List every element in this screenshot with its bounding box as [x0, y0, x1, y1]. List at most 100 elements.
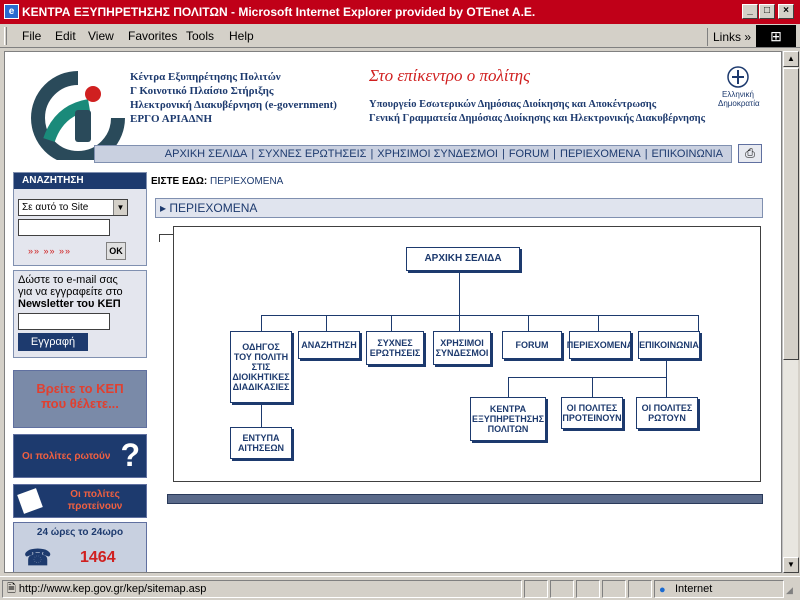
search-heading: ΑΝΑΖΗΤΗΣΗ [14, 173, 146, 189]
greek-emblem-icon [727, 66, 749, 88]
breadcrumb: ΕΙΣΤΕ ΕΔΩ: ΠΕΡΙΕΧΟΜΕΝΑ [151, 176, 283, 187]
ie-icon: e [4, 4, 19, 19]
page-icon: 🗎 [7, 583, 16, 595]
resize-grip-icon[interactable]: ◢ [786, 585, 798, 597]
sitemap-node-centers[interactable]: ΚΕΝΤΡΑ ΕΞΥΠΗΡΕΤΗΣΗΣ ΠΟΛΙΤΩΝ [470, 397, 546, 441]
status-panel [576, 580, 600, 598]
search-input[interactable] [18, 219, 110, 236]
banner-text: Οι πολίτες ρωτούν [22, 451, 111, 462]
sitemap-node-forms[interactable]: ΕΝΤΥΠΑ ΑΙΤΗΣΕΩΝ [230, 427, 292, 459]
sitemap-node-propose[interactable]: ΟΙ ΠΟΛΙΤΕΣ ΠΡΟΤΕΙΝΟΥΝ [561, 397, 623, 429]
breadcrumb-current[interactable]: ΠΕΡΙΕΧΟΜΕΝΑ [210, 176, 283, 187]
nav-contents[interactable]: ΠΕΡΙΕΧΟΜΕΝΑ [560, 148, 641, 160]
connector-line [528, 315, 529, 331]
nav-separator: | [251, 148, 255, 160]
newsletter-title: Newsletter του ΚΕΠ [18, 298, 121, 310]
sitemap-node-home[interactable]: ΑΡΧΙΚΗ ΣΕΛΙΔΑ [406, 247, 520, 271]
search-ok-button[interactable]: OK [106, 242, 126, 260]
nav-home[interactable]: ΑΡΧΙΚΗ ΣΕΛΙΔΑ [165, 148, 248, 160]
menu-help[interactable]: Help [229, 29, 254, 43]
connector-line [459, 273, 460, 315]
menu-edit[interactable]: Edit [55, 29, 76, 43]
question-icon: ? [120, 437, 140, 473]
email-field[interactable] [18, 313, 110, 330]
nav-links[interactable]: ΧΡΗΣΙΜΟΙ ΣΥΝΔΕΣΜΟΙ [377, 148, 498, 160]
sitemap-node-faq[interactable]: ΣΥΧΝΕΣ ΕΡΩΤΗΣΕΙΣ [366, 331, 424, 365]
connector-line [508, 377, 666, 378]
connector-line [666, 377, 667, 397]
header-org-text: Κέντρα Εξυπηρέτησης Πολιτών Γ Κοινοτικό … [130, 70, 337, 126]
print-icon[interactable]: ⎙ [738, 144, 762, 163]
hotline-banner[interactable]: 24 ώρες το 24ωρο ☎ 1464 [13, 522, 147, 572]
connector-line [698, 315, 699, 331]
paper-icon [17, 488, 43, 514]
menu-tools[interactable]: Tools [186, 29, 214, 43]
globe-icon: ● [659, 584, 666, 596]
connector-line [326, 315, 327, 331]
greek-emblem: Ελληνική Δημοκρατία [718, 66, 760, 108]
nav-separator: | [553, 148, 556, 160]
search-arrows: »» »» »» [28, 246, 72, 256]
header-line: Κέντρα Εξυπηρέτησης Πολιτών [130, 71, 281, 83]
status-zone: Internet [675, 583, 713, 595]
close-button[interactable]: × [778, 4, 794, 19]
triangle-right-icon: ▸ [160, 201, 167, 215]
window-title: ΚΕΝΤΡΑ ΕΞΥΠΗΡΕΤΗΣΗΣ ΠΟΛΙΤΩΝ - Microsoft … [22, 5, 536, 19]
menu-file[interactable]: File [22, 29, 41, 43]
content-footer-bar [167, 494, 763, 504]
search-panel: ΑΝΑΖΗΤΗΣΗ Σε αυτό το Site ▼ »» »» »» OK [13, 172, 147, 266]
maximize-button[interactable]: □ [759, 4, 775, 19]
toolbar-grip [4, 27, 7, 45]
status-zone-panel: ● Internet [654, 580, 784, 598]
sitemap-node-contents[interactable]: ΠΕΡΙΕΧΟΜΕΝΑ [567, 331, 633, 359]
status-panel [628, 580, 652, 598]
find-kep-banner[interactable]: Βρείτε το ΚΕΠ που θέλετε... [13, 370, 147, 428]
newsletter-text: Δώστε το e-mail σας [18, 274, 118, 286]
sitemap-node-forum[interactable]: FORUM [502, 331, 562, 359]
links-toolbar[interactable]: Links » [707, 28, 751, 46]
section-title: ΠΕΡΙΕΧΟΜΕΝΑ [169, 201, 258, 215]
sitemap-node-search[interactable]: ΑΝΑΖΗΤΗΣΗ [298, 331, 360, 359]
minimize-button[interactable]: _ [742, 4, 758, 19]
nav-contact[interactable]: ΕΠΙΚΟΙΝΩΝΙΑ [652, 148, 723, 160]
search-scope-select[interactable]: Σε αυτό το Site ▼ [18, 199, 128, 216]
main-nav: ΑΡΧΙΚΗ ΣΕΛΙΔΑ | ΣΥΧΝΕΣ ΕΡΩΤΗΣΕΙΣ | ΧΡΗΣΙΜΟΙ … [94, 145, 732, 163]
breadcrumb-label: ΕΙΣΤΕ ΕΔΩ: [151, 176, 208, 187]
nav-forum[interactable]: FORUM [509, 148, 549, 160]
sitemap-node-guide[interactable]: ΟΔΗΓΟΣ ΤΟΥ ΠΟΛΙΤΗ ΣΤΙΣ ΔΙΟΙΚΗΤΙΚΕΣ ΔΙΑΔΙ… [230, 331, 292, 403]
page-viewport: Κέντρα Εξυπηρέτησης Πολιτών Γ Κοινοτικό … [4, 51, 782, 573]
nav-separator: | [501, 148, 505, 160]
banner-line: προτείνουν [67, 501, 123, 512]
citizens-propose-banner[interactable]: Οι πολίτες προτείνουν [13, 484, 147, 518]
sitemap-node-ask[interactable]: ΟΙ ΠΟΛΙΤΕΣ ΡΩΤΟΥΝ [636, 397, 698, 429]
scrollbar-thumb[interactable] [783, 68, 799, 360]
citizens-ask-banner[interactable]: Οι πολίτες ρωτούν ? [13, 434, 147, 478]
sitemap-node-links[interactable]: ΧΡΗΣΙΜΟΙ ΣΥΝΔΕΣΜΟΙ [433, 331, 491, 365]
register-button[interactable]: Εγγραφή [18, 333, 88, 351]
menu-bar: File Edit View Favorites Tools Help Link… [0, 24, 800, 48]
header-line: Ηλεκτρονική Διακυβέρνηση (e-government) [130, 99, 337, 111]
status-url-panel: 🗎 http://www.kep.gov.gr/kep/sitemap.asp [2, 580, 522, 598]
connector-line [508, 377, 509, 397]
header-line: Γ Κοινοτικό Πλαίσιο Στήριξης [130, 85, 274, 97]
scroll-down-icon[interactable]: ▼ [783, 557, 799, 573]
section-heading: ▸ ΠΕΡΙΕΧΟΜΕΝΑ [155, 198, 763, 218]
chevron-right-icon: » [744, 30, 752, 44]
newsletter-panel: Δώστε το e-mail σας για να εγγραφείτε στ… [13, 270, 147, 358]
nav-faq[interactable]: ΣΥΧΝΕΣ ΕΡΩΤΗΣΕΙΣ [258, 148, 366, 160]
banner-line: που θέλετε... [41, 396, 119, 411]
chevron-down-icon[interactable]: ▼ [113, 200, 127, 215]
telephone-icon: ☎ [24, 545, 52, 570]
menu-view[interactable]: View [88, 29, 114, 43]
links-label: Links [713, 30, 742, 44]
search-scope-value: Σε αυτό το Site [22, 202, 89, 213]
hotline-text: 24 ώρες το 24ωρο [36, 527, 124, 538]
vertical-scrollbar[interactable]: ▲ ▼ [782, 51, 799, 573]
status-panel [602, 580, 626, 598]
scroll-up-icon[interactable]: ▲ [783, 51, 799, 67]
connector-line [598, 315, 599, 331]
window-titlebar: e ΚΕΝΤΡΑ ΕΞΥΠΗΡΕΤΗΣΗΣ ΠΟΛΙΤΩΝ - Microsof… [0, 0, 800, 24]
sitemap-node-contact[interactable]: ΕΠΙΚΟΙΝΩΝΙΑ [638, 331, 700, 359]
menu-favorites[interactable]: Favorites [128, 29, 177, 43]
hotline-number: 1464 [80, 549, 116, 566]
